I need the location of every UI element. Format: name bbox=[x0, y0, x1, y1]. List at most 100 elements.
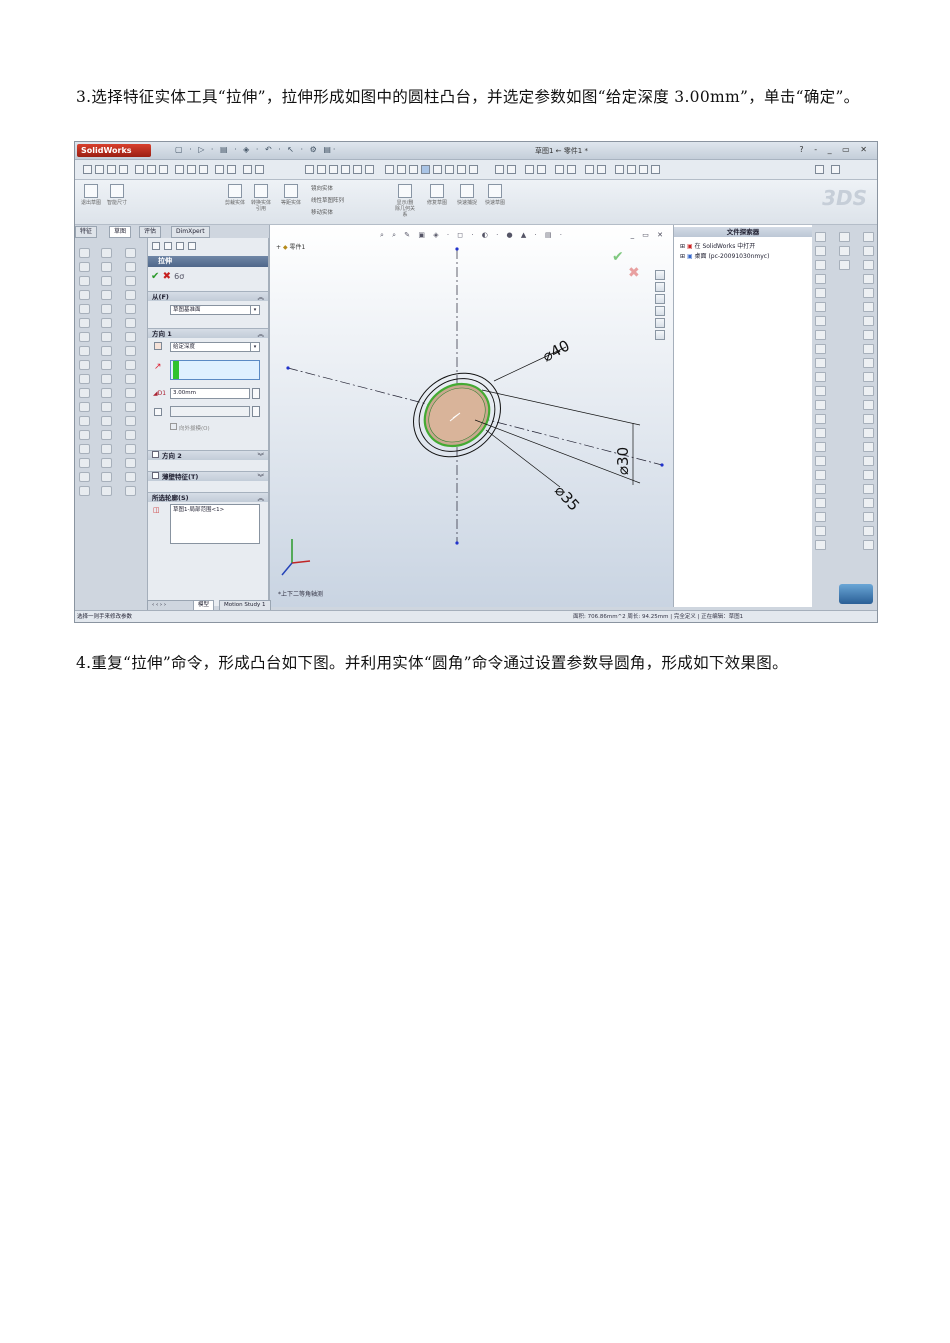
convert-entities-button[interactable]: 转换实体引用 bbox=[251, 184, 271, 218]
move-entities-link[interactable]: 移动实体 bbox=[311, 208, 333, 216]
tool-icon[interactable] bbox=[79, 388, 90, 398]
trim-icon[interactable] bbox=[159, 165, 168, 174]
draft-angle-input[interactable] bbox=[170, 406, 250, 417]
tool-icon[interactable] bbox=[125, 472, 136, 482]
window-controls[interactable]: ? - _ ▭ ✕ bbox=[799, 145, 871, 154]
tool-icon[interactable] bbox=[863, 414, 874, 424]
mirror-entities-link[interactable]: 镜向实体 bbox=[311, 184, 333, 192]
tool-icon[interactable] bbox=[863, 372, 874, 382]
tool-icon[interactable] bbox=[79, 332, 90, 342]
tool-icon[interactable] bbox=[101, 416, 112, 426]
tool-icon[interactable] bbox=[101, 472, 112, 482]
tool-icon[interactable] bbox=[863, 288, 874, 298]
from-select[interactable]: 草图基准面 ▾ bbox=[170, 305, 260, 315]
tool-icon[interactable] bbox=[815, 414, 826, 424]
rapid-sketch-button[interactable]: 快速草图 bbox=[485, 184, 505, 218]
tool-icon[interactable] bbox=[125, 388, 136, 398]
end-condition-select[interactable]: 给定深度 ▾ bbox=[170, 342, 260, 352]
tool-icon[interactable] bbox=[125, 318, 136, 328]
tool-icon[interactable] bbox=[101, 374, 112, 384]
direction2-section-header[interactable]: 方向 2 ︾ bbox=[148, 450, 268, 460]
tool-icon[interactable] bbox=[863, 498, 874, 508]
tool-icon[interactable] bbox=[815, 260, 826, 270]
view-orient-icon[interactable] bbox=[365, 165, 374, 174]
repair-icon[interactable] bbox=[255, 165, 264, 174]
tool-icon[interactable] bbox=[839, 246, 850, 256]
move-icon[interactable] bbox=[227, 165, 236, 174]
tool-icon[interactable] bbox=[125, 332, 136, 342]
circle-icon[interactable] bbox=[83, 165, 92, 174]
tool-icon[interactable] bbox=[815, 442, 826, 452]
tool-icon[interactable] bbox=[815, 274, 826, 284]
check-icon[interactable] bbox=[597, 165, 606, 174]
tool-icon[interactable] bbox=[79, 458, 90, 468]
tool-icon[interactable] bbox=[79, 430, 90, 440]
draft-outward-checkbox[interactable] bbox=[170, 423, 177, 430]
tool-icon[interactable] bbox=[125, 416, 136, 426]
tool-icon[interactable] bbox=[101, 290, 112, 300]
display-icon[interactable] bbox=[615, 165, 624, 174]
tool-icon[interactable] bbox=[815, 302, 826, 312]
feature-tree-icon[interactable] bbox=[152, 242, 160, 250]
dimxpert-manager-icon[interactable] bbox=[188, 242, 196, 250]
trim-entities-button[interactable]: 剪裁实体 bbox=[225, 184, 245, 218]
tree-item-open-in-solidworks[interactable]: ⊞ ▣ 在 SolidWorks 中打开 bbox=[680, 241, 755, 250]
tool-icon[interactable] bbox=[79, 486, 90, 496]
left-view-icon[interactable] bbox=[409, 165, 418, 174]
tool-icon[interactable] bbox=[815, 400, 826, 410]
depth-input[interactable]: 3.00mm bbox=[170, 388, 250, 399]
tool-icon[interactable] bbox=[79, 374, 90, 384]
contours-section-header[interactable]: 所选轮廓(S) ︽ bbox=[148, 492, 268, 502]
tool-icon[interactable] bbox=[79, 402, 90, 412]
tool-icon[interactable] bbox=[101, 248, 112, 258]
zoom-area-icon[interactable] bbox=[317, 165, 326, 174]
rotate-icon[interactable] bbox=[341, 165, 350, 174]
tool-icon[interactable] bbox=[101, 444, 112, 454]
depth-spinner[interactable] bbox=[252, 388, 260, 399]
tool-icon[interactable] bbox=[863, 526, 874, 536]
constraint-icon[interactable] bbox=[537, 165, 546, 174]
smart-dimension-button[interactable]: 智能尺寸 bbox=[107, 184, 127, 218]
tool-icon[interactable] bbox=[79, 290, 90, 300]
measure-icon[interactable] bbox=[555, 165, 564, 174]
direction-vector-field[interactable] bbox=[170, 360, 260, 380]
tool-icon[interactable] bbox=[125, 458, 136, 468]
tool-icon[interactable] bbox=[101, 388, 112, 398]
tool-icon[interactable] bbox=[863, 344, 874, 354]
dimension-icon[interactable] bbox=[525, 165, 534, 174]
back-view-icon[interactable] bbox=[397, 165, 406, 174]
tool-icon[interactable] bbox=[815, 316, 826, 326]
line-icon[interactable] bbox=[95, 165, 104, 174]
tool-icon[interactable] bbox=[101, 332, 112, 342]
point-icon[interactable] bbox=[147, 165, 156, 174]
spline-icon[interactable] bbox=[135, 165, 144, 174]
mass-icon[interactable] bbox=[585, 165, 594, 174]
tool-icon[interactable] bbox=[839, 260, 850, 270]
tool-icon[interactable] bbox=[863, 274, 874, 284]
tool-icon[interactable] bbox=[815, 232, 826, 242]
tool-icon[interactable] bbox=[863, 512, 874, 522]
exit-sketch-button[interactable]: 退出草图 bbox=[81, 184, 101, 218]
tool-icon[interactable] bbox=[101, 346, 112, 356]
tool-icon[interactable] bbox=[863, 232, 874, 242]
tool-icon[interactable] bbox=[125, 290, 136, 300]
fillet-icon[interactable] bbox=[175, 165, 184, 174]
tool-icon[interactable] bbox=[863, 428, 874, 438]
shaded-icon[interactable] bbox=[457, 165, 466, 174]
display-relations-button[interactable]: 显示/删除几何关系 bbox=[395, 184, 415, 218]
contours-list[interactable]: 草图1-局部范围<1> bbox=[170, 504, 260, 544]
dimension-30-label[interactable]: ⌀30 bbox=[614, 447, 632, 475]
scene-icon[interactable] bbox=[651, 165, 660, 174]
tool-icon[interactable] bbox=[101, 304, 112, 314]
tool-icon[interactable] bbox=[863, 358, 874, 368]
tool-icon[interactable] bbox=[863, 456, 874, 466]
dimension-40-label[interactable]: ⌀40 bbox=[539, 336, 572, 365]
tool-icon[interactable] bbox=[101, 486, 112, 496]
tool-icon[interactable] bbox=[125, 276, 136, 286]
iso-view-icon[interactable] bbox=[421, 165, 430, 174]
tool-icon[interactable] bbox=[863, 470, 874, 480]
tool-icon[interactable] bbox=[101, 430, 112, 440]
tool-icon[interactable] bbox=[815, 246, 826, 256]
tool-icon[interactable] bbox=[863, 442, 874, 452]
tool-icon[interactable] bbox=[815, 498, 826, 508]
